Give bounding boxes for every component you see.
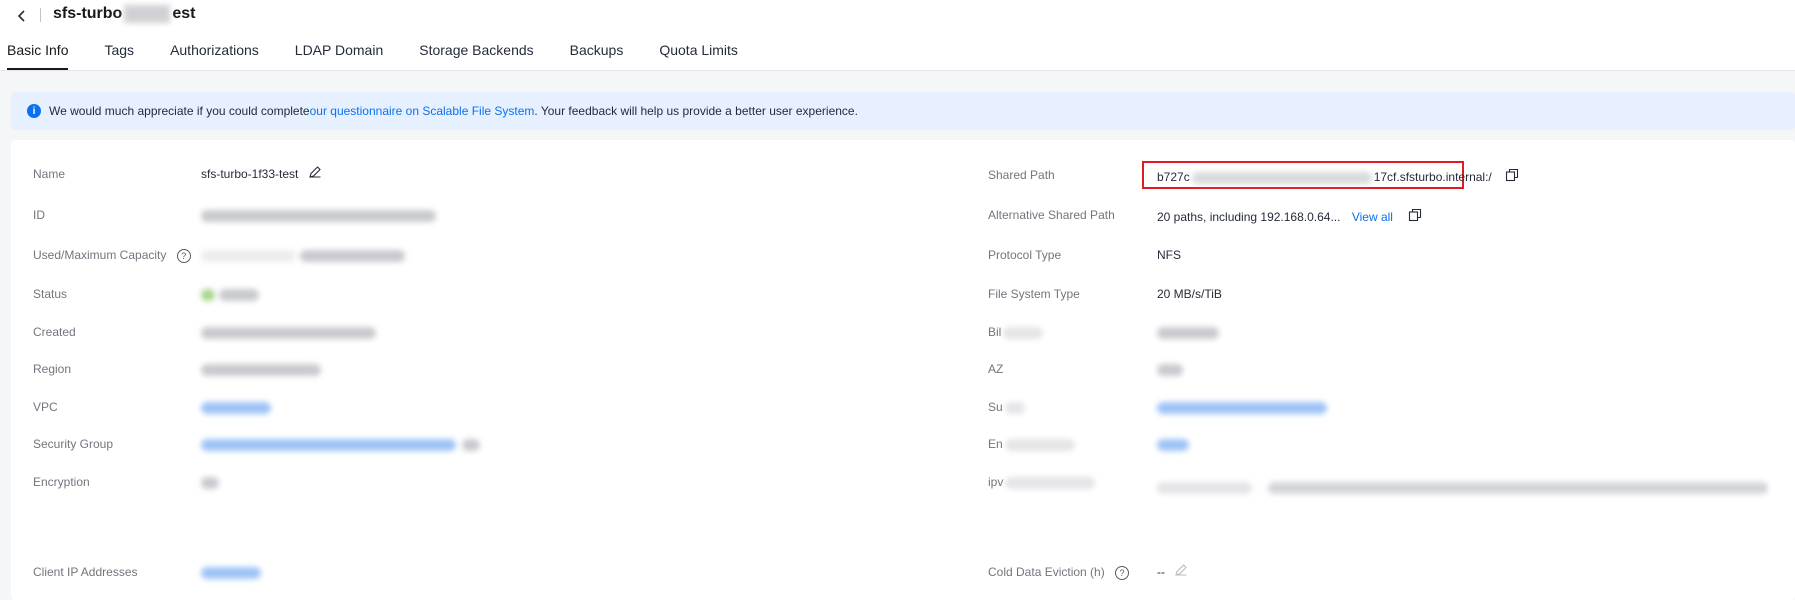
edit-name-icon[interactable] xyxy=(308,165,322,185)
tab-quota-limits[interactable]: Quota Limits xyxy=(659,42,738,70)
encryption-label: Encryption xyxy=(33,475,90,489)
back-arrow-icon[interactable] xyxy=(10,4,34,28)
capacity-help-icon[interactable]: ? xyxy=(176,248,191,263)
billing-value-redacted xyxy=(1157,322,1219,342)
vpc-label: VPC xyxy=(33,400,58,414)
cold-data-eviction-value: -- xyxy=(1157,562,1188,582)
questionnaire-notice: i We would much appreciate if you could … xyxy=(11,92,1795,130)
file-system-type-value: 20 MB/s/TiB xyxy=(1157,287,1222,301)
created-value-redacted xyxy=(201,322,376,342)
status-label: Status xyxy=(33,287,68,301)
name-label: Name xyxy=(33,167,66,181)
enterprise-project-label: En xyxy=(988,434,1075,454)
created-label: Created xyxy=(33,325,76,339)
cold-data-help-icon[interactable]: ? xyxy=(1115,565,1130,580)
id-label: ID xyxy=(33,208,45,222)
alt-path-text: 20 paths, including 192.168.0.64... xyxy=(1157,210,1341,224)
info-icon: i xyxy=(27,104,41,118)
file-system-type-label: File System Type xyxy=(988,287,1080,301)
alt-shared-path-value: 20 paths, including 192.168.0.64... View… xyxy=(1157,207,1422,227)
page-title: sfs-turbo est xyxy=(53,4,195,24)
title-prefix: sfs-turbo xyxy=(53,5,123,22)
tab-backups[interactable]: Backups xyxy=(570,42,624,70)
shared-path-suffix: 17cf.sfsturbo.internal:/ xyxy=(1373,170,1492,184)
tab-bar: Basic Info Tags Authorizations LDAP Doma… xyxy=(0,42,774,70)
shared-path-label: Shared Path xyxy=(988,168,1055,182)
encryption-value-redacted xyxy=(201,472,219,492)
notice-text-before: We would much appreciate if you could co… xyxy=(49,104,310,118)
copy-alt-path-icon[interactable] xyxy=(1408,208,1422,228)
protocol-type-value: NFS xyxy=(1157,248,1181,262)
subnet-label-text: Su xyxy=(988,400,1003,414)
az-value-redacted xyxy=(1157,359,1183,379)
title-divider xyxy=(40,8,41,22)
tab-basic-info[interactable]: Basic Info xyxy=(7,42,69,70)
billing-label-text: Bil xyxy=(988,325,1002,339)
shared-path-prefix: b727c xyxy=(1157,170,1190,184)
cold-data-value-text: -- xyxy=(1157,565,1165,579)
edit-cold-data-icon[interactable] xyxy=(1174,563,1188,583)
capacity-label-text: Used/Maximum Capacity xyxy=(33,248,167,262)
alt-shared-path-label: Alternative Shared Path xyxy=(988,208,1115,222)
ipv-label: ipv xyxy=(988,472,1096,492)
questionnaire-link[interactable]: our questionnaire on Scalable File Syste… xyxy=(310,104,535,118)
vpc-value-redacted[interactable] xyxy=(201,397,271,417)
region-label: Region xyxy=(33,362,72,376)
subnet-label: Su xyxy=(988,397,1025,417)
status-value-redacted xyxy=(201,284,259,304)
capacity-label: Used/Maximum Capacity ? xyxy=(33,245,191,265)
protocol-type-label: Protocol Type xyxy=(988,248,1062,262)
billing-label: Bil xyxy=(988,322,1044,342)
tab-storage-backends[interactable]: Storage Backends xyxy=(419,42,533,70)
region-value-redacted xyxy=(201,359,321,379)
capacity-value-redacted xyxy=(201,245,405,265)
security-group-value-redacted[interactable] xyxy=(201,434,480,454)
id-value-redacted xyxy=(201,205,436,225)
tab-ldap-domain[interactable]: LDAP Domain xyxy=(295,42,383,70)
enterprise-label-text: En xyxy=(988,437,1003,451)
tab-authorizations[interactable]: Authorizations xyxy=(170,42,259,70)
title-suffix: est xyxy=(172,5,196,22)
copy-shared-path-icon[interactable] xyxy=(1505,168,1519,188)
name-text: sfs-turbo-1f33-test xyxy=(201,167,299,181)
cold-data-eviction-label: Cold Data Eviction (h) ? xyxy=(988,562,1130,582)
shared-path-value: b727c 17cf.sfsturbo.internal:/ xyxy=(1157,167,1519,187)
client-ip-label: Client IP Addresses xyxy=(33,565,138,579)
enterprise-project-value-redacted[interactable] xyxy=(1157,434,1189,454)
ipv-value-redacted xyxy=(1157,477,1768,497)
cold-data-label-text: Cold Data Eviction (h) xyxy=(988,565,1105,579)
client-ip-value-redacted[interactable] xyxy=(201,562,261,582)
security-group-label: Security Group xyxy=(33,437,114,451)
az-label: AZ xyxy=(988,362,1004,376)
header-bar: sfs-turbo est Basic Info Tags Authorizati… xyxy=(0,0,1795,71)
subnet-value-redacted[interactable] xyxy=(1157,397,1327,417)
tab-tags[interactable]: Tags xyxy=(104,42,134,70)
title-redacted xyxy=(124,4,171,23)
view-all-link[interactable]: View all xyxy=(1352,210,1393,224)
name-value: sfs-turbo-1f33-test xyxy=(201,164,322,184)
notice-text-after: . Your feedback will help us provide a b… xyxy=(534,104,858,118)
ipv-label-text: ipv xyxy=(988,475,1004,489)
